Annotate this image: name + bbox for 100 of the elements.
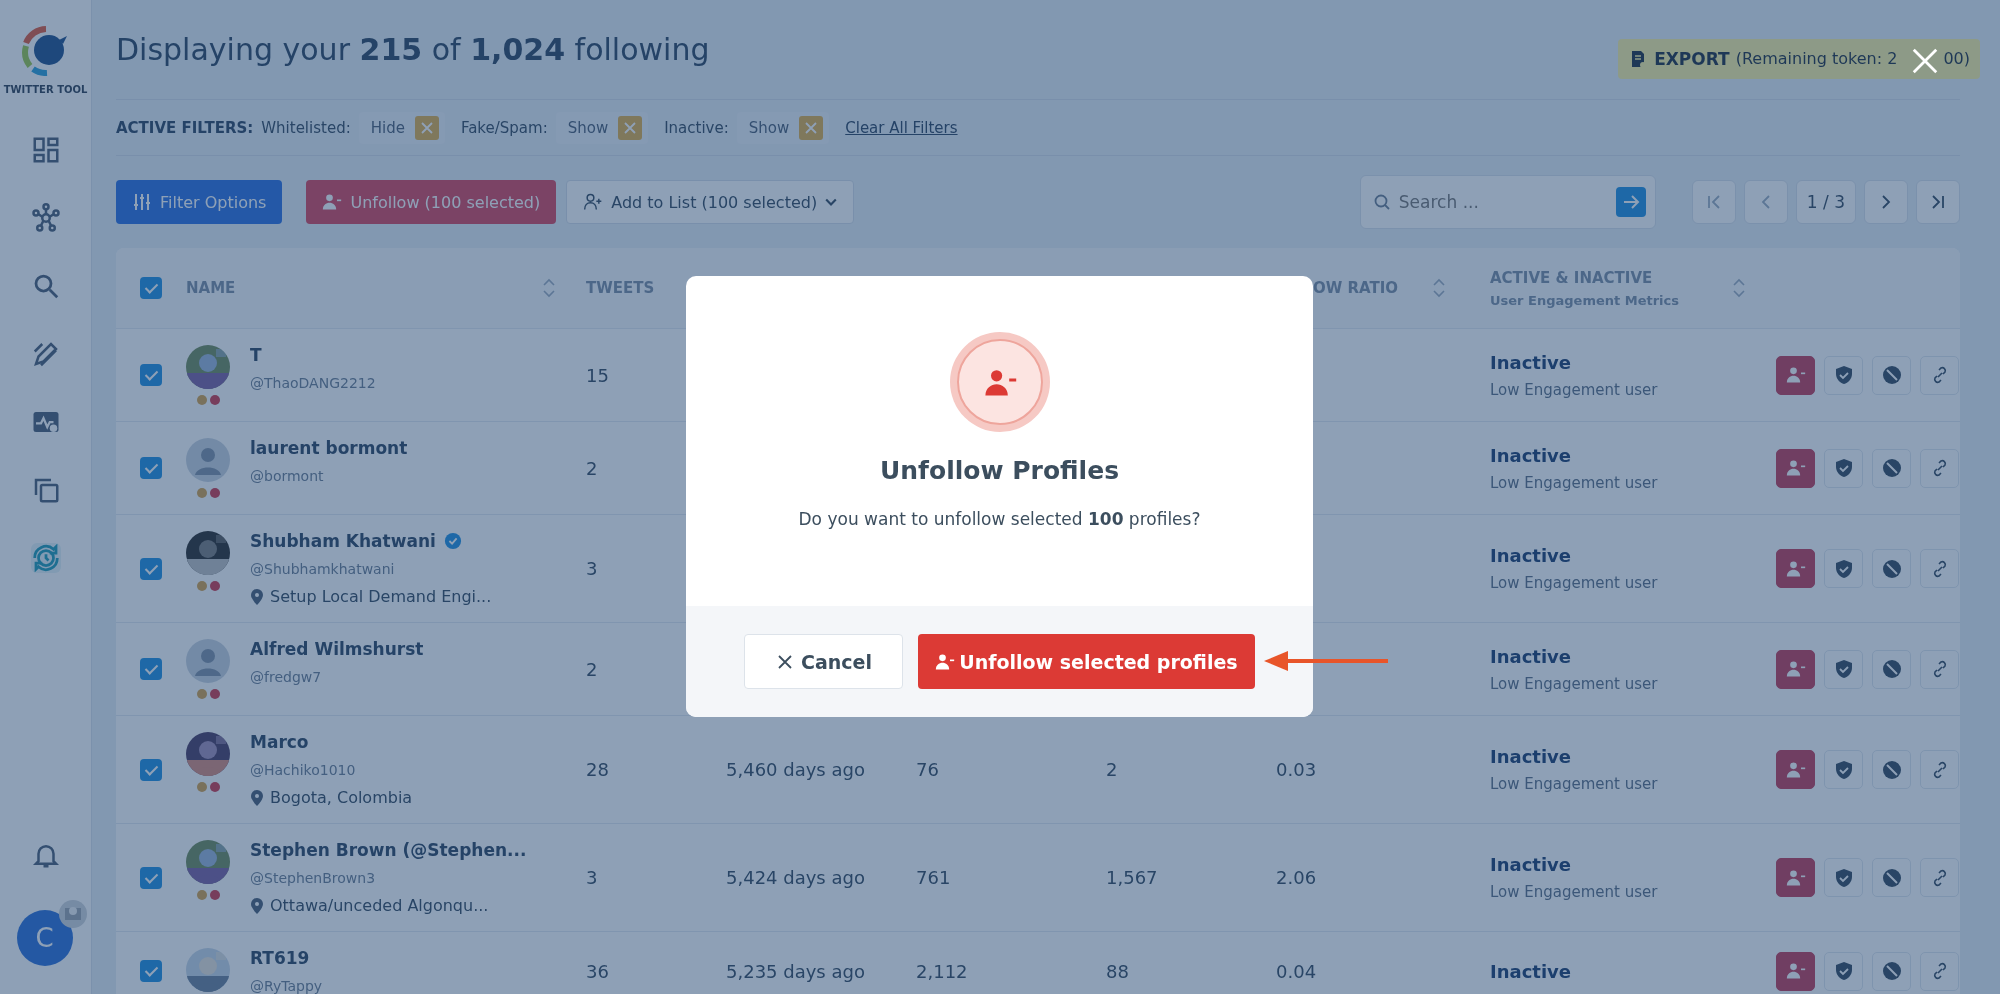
unfollow-button[interactable]	[1776, 355, 1815, 395]
unfollow-button[interactable]	[1776, 549, 1815, 588]
filter-options-button[interactable]: Filter Options	[116, 180, 283, 224]
sort-icon[interactable]	[542, 278, 556, 298]
shield-check-icon	[1833, 365, 1854, 385]
status-dot	[209, 689, 220, 699]
table-cell-text: 1,567	[1106, 867, 1159, 888]
column-header: OW RATIO	[1313, 279, 1399, 297]
profile-name[interactable]: RT619	[250, 948, 310, 968]
unfollow-button[interactable]	[1776, 750, 1815, 789]
table-cell-text: 3	[586, 558, 599, 579]
block-icon	[1881, 558, 1902, 579]
table-cell-text: 2	[586, 658, 599, 680]
profile-name[interactable]: Alfred Wilmshurst	[250, 639, 424, 659]
unfollow-button[interactable]: Unfollow (100 selected)	[306, 180, 557, 224]
user-avatar[interactable]: C	[16, 910, 73, 966]
search-field[interactable]: Search ...	[1359, 175, 1656, 229]
remove-filter-icon[interactable]	[618, 115, 643, 140]
status-dot	[196, 782, 207, 792]
row-checkbox[interactable]	[140, 758, 162, 781]
unfollow-button[interactable]	[1776, 858, 1815, 897]
whitelist-button[interactable]	[1824, 750, 1863, 789]
column-header: ACTIVE & INACTIVE	[1490, 268, 1654, 287]
filter-value: Hide	[370, 118, 405, 137]
link-button[interactable]	[1920, 858, 1959, 897]
table-cell-text: 5,424 days ago	[726, 867, 866, 888]
whitelist-button[interactable]	[1824, 951, 1863, 991]
row-checkbox[interactable]	[140, 457, 162, 479]
dialog-message: Do you want to unfollow selected 100 profiles?	[798, 509, 1201, 529]
last-page-button[interactable]	[1916, 180, 1960, 224]
profile-location: Bogota, Colombia	[270, 788, 413, 807]
link-button[interactable]	[1920, 750, 1959, 789]
sort-icon[interactable]	[1732, 278, 1746, 298]
unfollow-button[interactable]	[1776, 649, 1815, 689]
close-icon[interactable]	[1910, 46, 1940, 76]
status-dot	[196, 689, 207, 699]
profile-name[interactable]: Stephen Brown (@Stephen...	[250, 840, 527, 860]
link-button[interactable]	[1920, 549, 1959, 588]
row-checkbox[interactable]	[140, 866, 162, 889]
block-button[interactable]	[1872, 448, 1911, 488]
activity-note: Low Engagement user	[1490, 674, 1659, 693]
sort-icon[interactable]	[1432, 278, 1446, 298]
block-button[interactable]	[1872, 750, 1911, 789]
select-all-checkbox[interactable]	[140, 277, 162, 299]
row-checkbox[interactable]	[140, 658, 162, 680]
link-button[interactable]	[1920, 649, 1959, 689]
user-minus-icon	[1785, 961, 1806, 981]
link-button[interactable]	[1920, 448, 1959, 488]
table-cell-text: 76	[916, 759, 940, 780]
block-button[interactable]	[1872, 858, 1911, 897]
block-icon	[1881, 365, 1902, 385]
clear-filters-link[interactable]: Clear All Filters	[845, 118, 958, 137]
table-cell-text: 36	[586, 960, 610, 982]
block-button[interactable]	[1872, 355, 1911, 395]
page-indicator[interactable]: 1 / 3	[1795, 180, 1856, 224]
user-minus-icon	[1785, 659, 1806, 679]
filter-label: Whitelisted:	[261, 118, 351, 137]
row-checkbox[interactable]	[140, 557, 162, 580]
confirm-unfollow-button[interactable]: Unfollow selected profiles	[917, 634, 1255, 689]
profile-name[interactable]: laurent bormont	[250, 438, 408, 458]
activity-status: Inactive	[1490, 351, 1573, 373]
remove-filter-icon[interactable]	[414, 115, 439, 140]
block-button[interactable]	[1872, 649, 1911, 689]
export-button[interactable]: EXPORT (Remaining token: 2 00)	[1618, 38, 1980, 79]
profile-name[interactable]: Marco	[250, 732, 309, 752]
whitelist-button[interactable]	[1824, 858, 1863, 897]
cancel-button[interactable]: Cancel	[744, 634, 903, 689]
activity-status: Inactive	[1490, 444, 1573, 466]
status-dot	[196, 395, 207, 405]
status-dot	[196, 581, 207, 591]
logo-text: TWITTER TOOL	[3, 84, 88, 95]
whitelist-button[interactable]	[1824, 355, 1863, 395]
row-checkbox[interactable]	[140, 364, 162, 386]
profile-name[interactable]: T	[250, 345, 262, 365]
remove-filter-icon[interactable]	[799, 115, 824, 140]
unfollow-button[interactable]	[1776, 951, 1815, 991]
block-button[interactable]	[1872, 549, 1911, 588]
table-cell-text: 15	[586, 364, 610, 386]
whitelist-button[interactable]	[1824, 649, 1863, 689]
user-minus-icon	[1785, 365, 1806, 385]
block-button[interactable]	[1872, 951, 1911, 991]
search-submit-icon[interactable]	[1615, 187, 1646, 217]
column-subheader: User Engagement Metrics	[1490, 292, 1680, 308]
history-icon[interactable]	[30, 543, 61, 573]
link-button[interactable]	[1920, 355, 1959, 395]
chevron-down-icon	[825, 198, 838, 206]
first-page-button[interactable]	[1691, 180, 1736, 224]
user-minus-icon	[322, 192, 343, 212]
add-to-list-button[interactable]: Add to List (100 selected)	[566, 180, 855, 224]
whitelist-button[interactable]	[1824, 448, 1863, 488]
row-checkbox[interactable]	[140, 960, 162, 982]
link-button[interactable]	[1920, 951, 1959, 991]
profile-handle: @Shubhamkhatwani	[250, 561, 396, 577]
network-icon[interactable]	[30, 203, 61, 233]
unfollow-button[interactable]	[1776, 448, 1815, 488]
table-cell-text: 2	[586, 457, 599, 479]
block-icon	[1881, 867, 1902, 888]
whitelist-button[interactable]	[1824, 549, 1863, 588]
activity-note: Low Engagement user	[1490, 473, 1659, 492]
profile-name[interactable]: Shubham Khatwani	[250, 531, 436, 551]
